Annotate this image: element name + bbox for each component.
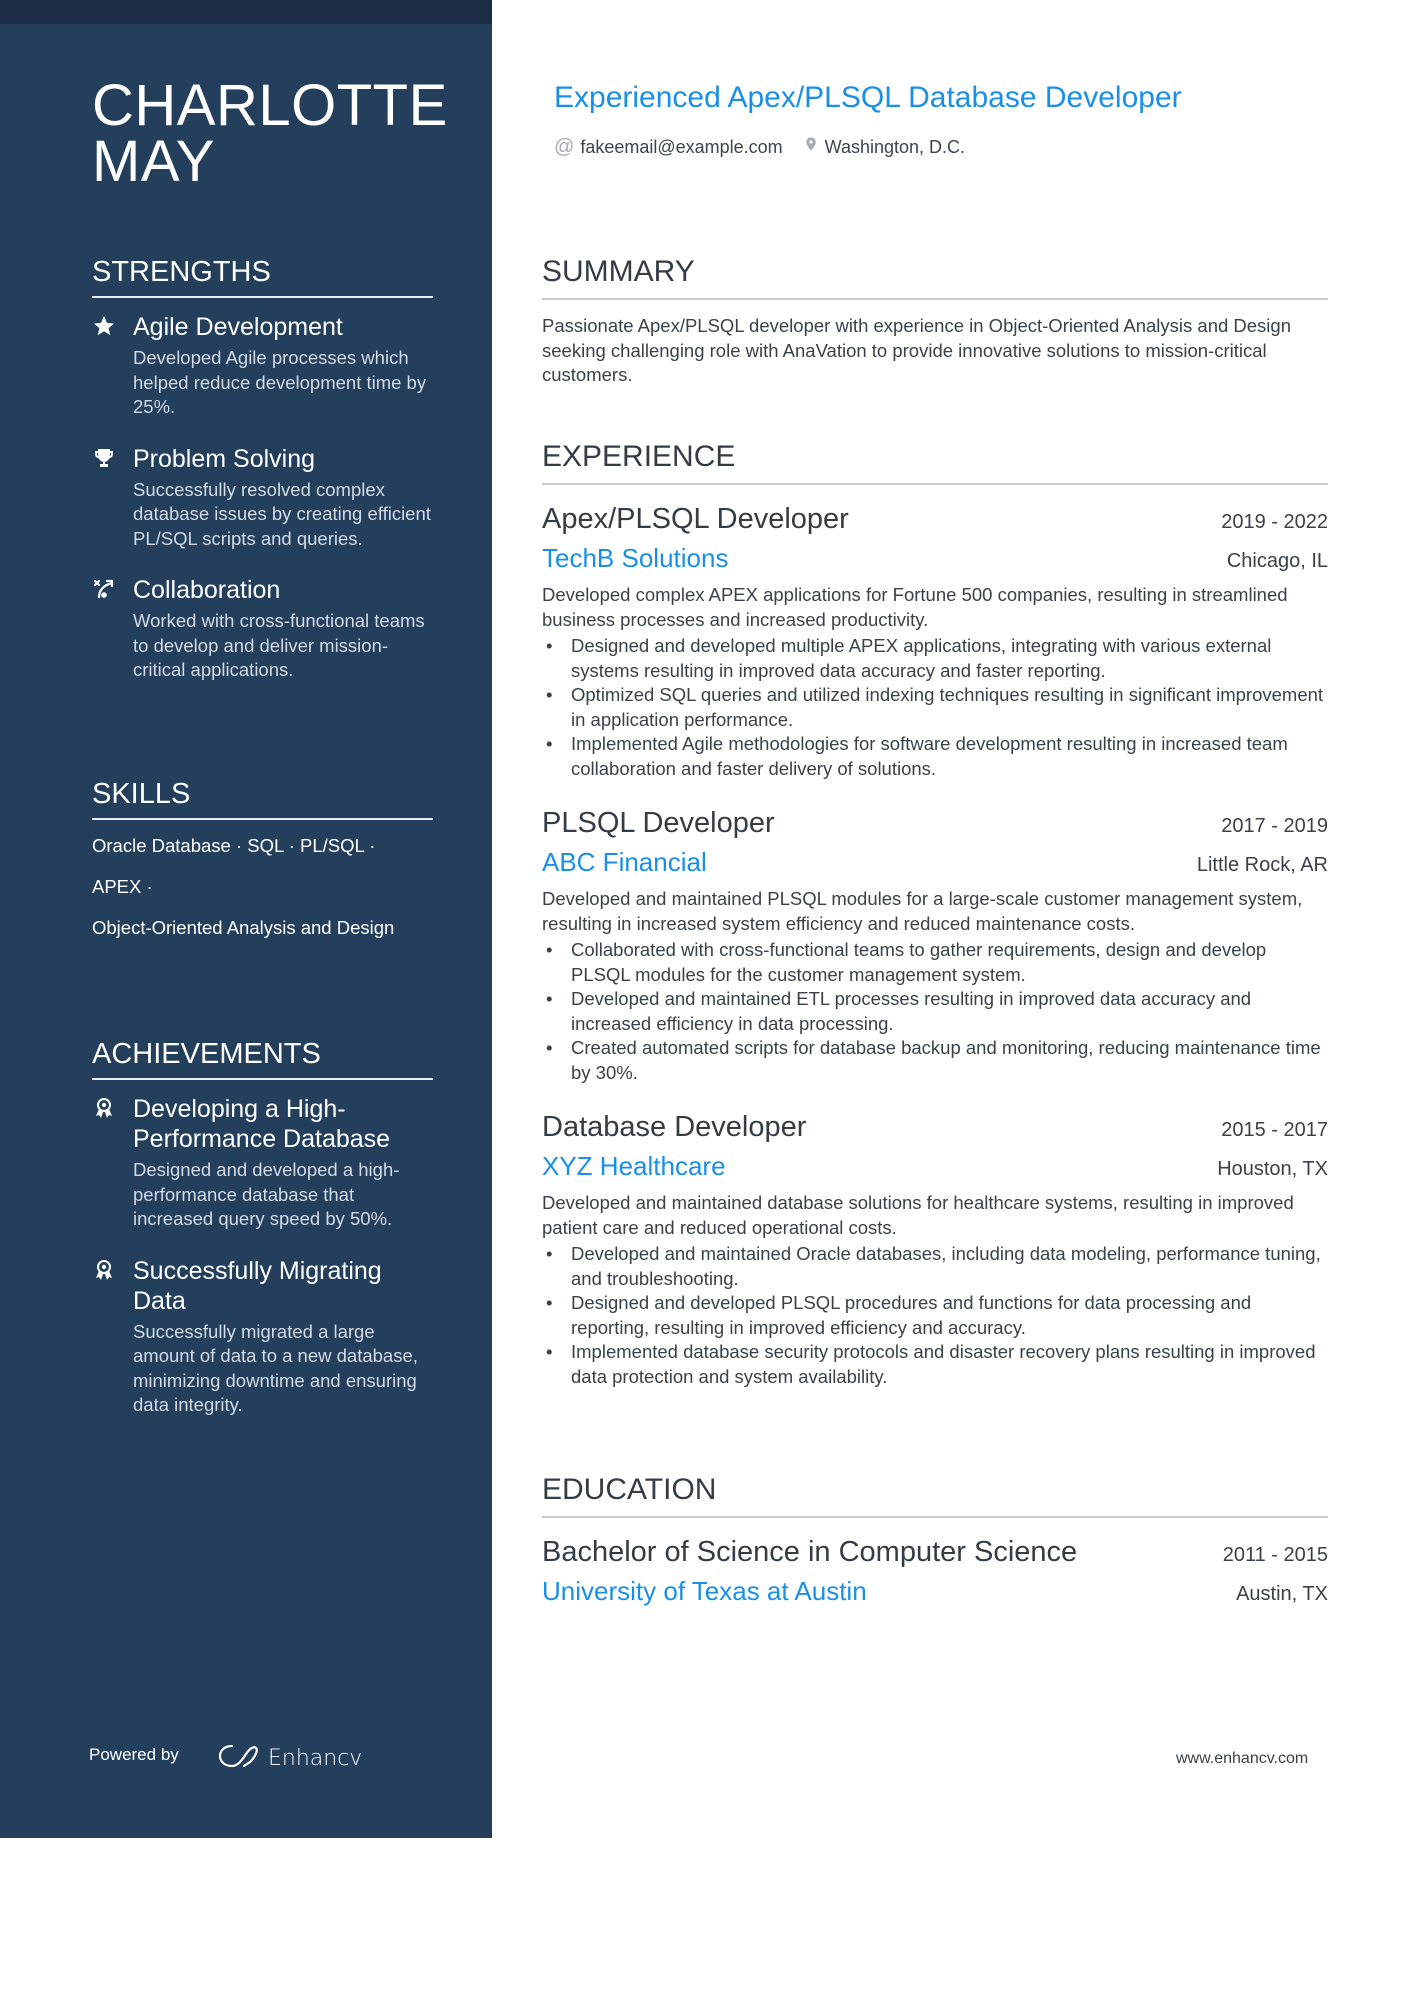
skills-line: APEX · xyxy=(92,876,153,897)
strength-title: Agile Development xyxy=(133,313,343,341)
job-bullet: Developed and maintained Oracle database… xyxy=(542,1242,1328,1291)
job-company: XYZ Healthcare xyxy=(542,1151,726,1181)
strategy-icon xyxy=(92,577,118,603)
school: University of Texas at Austin xyxy=(542,1576,867,1606)
education-heading: EDUCATION xyxy=(542,1472,1328,1518)
enhancv-logo-icon: Enhancv xyxy=(218,1744,362,1771)
job-bullet: Designed and developed multiple APEX app… xyxy=(542,634,1328,683)
job-title: Apex/PLSQL Developer xyxy=(542,503,849,535)
education-section: EDUCATION Bachelor of Science in Compute… xyxy=(542,1472,1328,1610)
job-entry: Database Developer 2015 - 2017 XYZ Healt… xyxy=(542,1107,1328,1389)
job-bullet: Designed and developed PLSQL procedures … xyxy=(542,1291,1328,1340)
job-dates: 2015 - 2017 xyxy=(1221,1119,1328,1141)
candidate-name: CHARLOTTE MAY xyxy=(92,73,448,194)
strength-desc: Worked with cross-functional teams to de… xyxy=(133,610,425,680)
summary-heading: SUMMARY xyxy=(542,254,1328,300)
job-location: Houston, TX xyxy=(1217,1158,1328,1180)
brand-name: Enhancv xyxy=(268,1746,362,1771)
job-entry: Apex/PLSQL Developer 2019 - 2022 TechB S… xyxy=(542,499,1328,781)
degree: Bachelor of Science in Computer Science xyxy=(542,1536,1078,1568)
enhancv-logo[interactable]: Enhancv xyxy=(208,1736,368,1776)
job-location: Chicago, IL xyxy=(1226,550,1328,572)
job-desc: Developed and maintained database soluti… xyxy=(542,1192,1294,1238)
experience-section: EXPERIENCE Apex/PLSQL Developer 2019 - 2… xyxy=(542,439,1328,1411)
contact-info: @ fakeemail@example.com Washington, D.C. xyxy=(554,134,965,160)
job-title: PLSQL Developer xyxy=(542,807,775,839)
job-bullet: Implemented database security protocols … xyxy=(542,1340,1328,1389)
job-desc: Developed and maintained PLSQL modules f… xyxy=(542,888,1303,934)
job-bullets: Developed and maintained Oracle database… xyxy=(542,1242,1328,1389)
strength-item: Collaboration Worked with cross-function… xyxy=(92,575,433,683)
job-company: TechB Solutions xyxy=(542,543,729,573)
contact-email[interactable]: @ fakeemail@example.com xyxy=(554,136,783,159)
summary-section: SUMMARY Passionate Apex/PLSQL developer … xyxy=(542,254,1328,388)
award-icon xyxy=(92,1258,118,1284)
footer-url[interactable]: www.enhancv.com xyxy=(1176,1750,1308,1768)
skills-line: Object-Oriented Analysis and Design xyxy=(92,917,395,938)
strengths-section: STRENGTHS Agile Development Developed Ag… xyxy=(92,254,433,707)
job-desc: Developed complex APEX applications for … xyxy=(542,584,1288,630)
strengths-heading: STRENGTHS xyxy=(92,254,433,298)
education-location: Austin, TX xyxy=(1236,1583,1328,1605)
summary-text: Passionate Apex/PLSQL developer with exp… xyxy=(542,315,1291,385)
skills-line: Oracle Database · SQL · PL/SQL · xyxy=(92,835,376,856)
email-text: fakeemail@example.com xyxy=(580,136,783,157)
job-bullets: Designed and developed multiple APEX app… xyxy=(542,634,1328,781)
achievement-desc: Successfully migrated a large amount of … xyxy=(133,1320,418,1416)
job-company: ABC Financial xyxy=(542,847,707,877)
skills-section: SKILLS Oracle Database · SQL · PL/SQL · … xyxy=(92,776,433,957)
top-strip xyxy=(0,0,492,24)
powered-by-label: Powered by xyxy=(89,1745,179,1764)
award-icon xyxy=(92,1096,118,1122)
strength-item: Agile Development Developed Agile proces… xyxy=(92,312,433,420)
skills-heading: SKILLS xyxy=(92,776,433,820)
achievements-heading: ACHIEVEMENTS xyxy=(92,1036,433,1080)
strength-desc: Successfully resolved complex database i… xyxy=(133,478,431,549)
trophy-icon xyxy=(92,446,118,472)
at-icon: @ xyxy=(554,135,575,158)
strength-title: Problem Solving xyxy=(133,444,316,473)
job-bullet: Developed and maintained ETL processes r… xyxy=(542,987,1328,1036)
job-title: Database Developer xyxy=(542,1111,807,1143)
achievement-title: Successfully Migrating Data xyxy=(133,1256,382,1315)
sidebar: CHARLOTTE MAY STRENGTHS Agile Developmen… xyxy=(0,0,492,1838)
education-dates: 2011 - 2015 xyxy=(1222,1544,1328,1566)
job-dates: 2017 - 2019 xyxy=(1221,815,1328,837)
achievement-item: Successfully Migrating Data Successfully… xyxy=(92,1256,433,1418)
headline: Experienced Apex/PLSQL Database Develope… xyxy=(554,81,1182,114)
star-icon xyxy=(92,314,118,340)
strength-title: Collaboration xyxy=(133,576,281,604)
job-bullets: Collaborated with cross-functional teams… xyxy=(542,938,1328,1085)
achievement-desc: Designed and developed a high-performanc… xyxy=(133,1159,400,1229)
job-bullet: Optimized SQL queries and utilized index… xyxy=(542,683,1328,732)
map-pin-icon xyxy=(803,134,819,160)
job-location: Little Rock, AR xyxy=(1196,854,1328,876)
job-bullet: Created automated scripts for database b… xyxy=(542,1036,1328,1085)
achievement-item: Developing a High-Performance Database D… xyxy=(92,1094,433,1232)
job-entry: PLSQL Developer 2017 - 2019 ABC Financia… xyxy=(542,803,1328,1085)
contact-location: Washington, D.C. xyxy=(803,134,965,160)
location-text: Washington, D.C. xyxy=(824,136,966,157)
achievement-title: Developing a High-Performance Database xyxy=(133,1095,391,1153)
job-bullet: Collaborated with cross-functional teams… xyxy=(542,938,1328,987)
job-bullet: Implemented Agile methodologies for soft… xyxy=(542,732,1328,781)
experience-heading: EXPERIENCE xyxy=(542,439,1328,485)
strength-item: Problem Solving Successfully resolved co… xyxy=(92,444,433,552)
strength-desc: Developed Agile processes which helped r… xyxy=(133,347,427,417)
job-dates: 2019 - 2022 xyxy=(1221,511,1328,533)
achievements-section: ACHIEVEMENTS Developing a High-Performan… xyxy=(92,1036,433,1442)
